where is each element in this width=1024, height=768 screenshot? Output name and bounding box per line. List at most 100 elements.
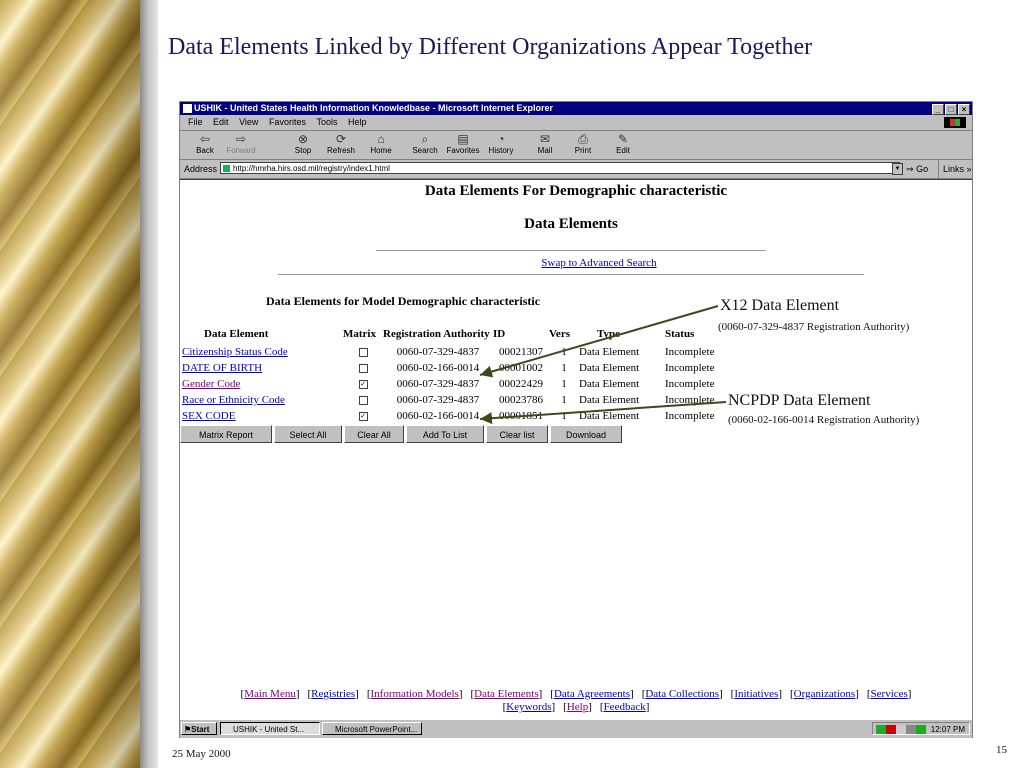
toolbar-print-button[interactable]: ⎙ Print xyxy=(564,132,602,155)
cell-matrix xyxy=(343,392,383,408)
menu-tools[interactable]: Tools xyxy=(316,117,337,127)
refresh-icon: ⟳ xyxy=(335,132,347,146)
data-element-link[interactable]: Citizenship Status Code xyxy=(182,346,288,358)
go-button[interactable]: ⇒ Go xyxy=(906,160,928,178)
close-button[interactable]: × xyxy=(958,104,970,115)
ncpdp-callout-title: NCPDP Data Element xyxy=(728,392,871,409)
menu-bar: File Edit View Favorites Tools Help xyxy=(180,115,972,131)
cell-vers: 1 xyxy=(561,410,567,422)
matrix-report-button[interactable]: Matrix Report xyxy=(180,425,272,443)
address-label: Address xyxy=(184,164,218,174)
windows-logo-icon xyxy=(944,117,966,128)
toolbar-label: Print xyxy=(574,146,592,155)
toolbar-mail-button[interactable]: ✉ Mail xyxy=(526,132,564,155)
cell-status: Incomplete xyxy=(665,410,715,422)
toolbar-stop-button[interactable]: ⊗ Stop xyxy=(284,132,322,155)
download-button[interactable]: Download xyxy=(550,425,622,443)
nav-item: [Data Elements] xyxy=(470,688,543,700)
menu-file[interactable]: File xyxy=(188,117,203,127)
header-id: ID xyxy=(493,328,506,340)
toolbar-forward-button[interactable]: ⇨ Forward xyxy=(222,132,260,155)
ncpdp-callout-subtitle: (0060-02-166-0014 Registration Authority… xyxy=(728,414,920,426)
table-row: Gender Code ✓ 0060-07-329-4837 00022429 1 Dat… xyxy=(180,376,725,392)
nav-link-initiatives[interactable]: Initiatives xyxy=(734,688,778,700)
toolbar-label: Search xyxy=(412,146,438,155)
nav-link-main-menu[interactable]: Main Menu xyxy=(244,688,296,700)
nav-link-organizations[interactable]: Organizations xyxy=(794,688,856,700)
start-button[interactable]: ⚑Start xyxy=(181,722,217,735)
gray-decorative-strip xyxy=(140,0,158,768)
matrix-checkbox[interactable]: ✓ xyxy=(358,379,368,389)
maximize-button[interactable]: □ xyxy=(945,104,957,115)
toolbar-home-button[interactable]: ⌂ Home xyxy=(362,132,400,155)
links-button[interactable]: Links » xyxy=(938,160,972,178)
tray-icons[interactable] xyxy=(876,725,926,734)
nav-link-data-elements[interactable]: Data Elements xyxy=(474,688,538,700)
toolbar-label: Stop xyxy=(294,146,312,155)
menu-help[interactable]: Help xyxy=(348,117,367,127)
nav-item: [Registries] xyxy=(307,688,359,700)
toolbar-label: Refresh xyxy=(326,146,355,155)
nav-link-data-agreements[interactable]: Data Agreements xyxy=(554,688,630,700)
nav-link-services[interactable]: Services xyxy=(871,688,908,700)
data-element-link[interactable]: Gender Code xyxy=(182,378,240,390)
favorites-icon: ▤ xyxy=(457,132,469,146)
toolbar-label: Edit xyxy=(616,146,630,155)
toolbar-label: Forward xyxy=(226,146,256,155)
nav-link-keywords[interactable]: Keywords xyxy=(506,701,551,713)
cell-id: 00001002 xyxy=(499,362,543,374)
toolbar-edit-button[interactable]: ✎ Edit xyxy=(604,132,642,155)
nav-link-help[interactable]: Help xyxy=(567,701,588,713)
cell-type: Data Element xyxy=(579,378,640,390)
matrix-checkbox[interactable]: ✓ xyxy=(358,411,368,421)
toolbar-back-button[interactable]: ⇦ Back xyxy=(186,132,224,155)
nav-link-registries[interactable]: Registries xyxy=(311,688,355,700)
data-element-link[interactable]: DATE OF BIRTH xyxy=(182,362,262,374)
address-bar: Address http://hmrha.hirs.osd.mil/regist… xyxy=(180,160,972,179)
select-all-button[interactable]: Select All xyxy=(274,425,342,443)
nav-link-feedback[interactable]: Feedback xyxy=(604,701,646,713)
page-content: Data Elements For Demographic characteri… xyxy=(180,179,972,719)
swap-advanced-search-link[interactable]: Swap to Advanced Search xyxy=(180,257,1018,269)
matrix-checkbox[interactable] xyxy=(358,347,368,357)
matrix-checkbox[interactable] xyxy=(358,363,368,373)
cell-type: Data Element xyxy=(579,394,640,406)
menu-favorites[interactable]: Favorites xyxy=(269,117,306,127)
address-input[interactable]: http://hmrha.hirs.osd.mil/registry/index… xyxy=(220,162,900,174)
menu-edit[interactable]: Edit xyxy=(213,117,229,127)
header-status: Status xyxy=(665,328,695,340)
windows-taskbar: ⚑Start USHIK - United St... Microsoft Po… xyxy=(180,719,972,738)
add-to-list-button[interactable]: Add To List xyxy=(406,425,484,443)
header-data-element: Data Element xyxy=(204,328,269,340)
nav-row-2: [Keywords] [Help] [Feedback] xyxy=(180,701,972,714)
minimize-button[interactable]: _ xyxy=(932,104,944,115)
header-vers: Vers xyxy=(549,328,570,340)
toolbar-search-button[interactable]: ⌕ Search xyxy=(406,132,444,155)
task-powerpoint[interactable]: Microsoft PowerPoint... xyxy=(322,722,422,735)
clear-list-button[interactable]: Clear list xyxy=(486,425,548,443)
nav-link-data-collections[interactable]: Data Collections xyxy=(645,688,719,700)
menu-view[interactable]: View xyxy=(239,117,258,127)
toolbar-refresh-button[interactable]: ⟳ Refresh xyxy=(322,132,360,155)
window-title: USHIK - United States Health Information… xyxy=(194,103,554,113)
mail-icon: ✉ xyxy=(539,132,551,146)
task-ushik[interactable]: USHIK - United St... xyxy=(220,722,320,735)
cell-data-element: Gender Code xyxy=(180,376,343,392)
matrix-checkbox[interactable] xyxy=(358,395,368,405)
cell-vers: 1 xyxy=(561,378,567,390)
toolbar-history-button[interactable]: ◔ History xyxy=(482,132,520,155)
cell-registration-authority: 0060-07-329-4837 xyxy=(396,394,480,406)
toolbar-favorites-button[interactable]: ▤ Favorites xyxy=(444,132,482,155)
clear-all-button[interactable]: Clear All xyxy=(344,425,404,443)
nav-item: [Organizations] xyxy=(790,688,859,700)
cell-status: Incomplete xyxy=(665,378,715,390)
system-tray: 12:07 PM xyxy=(872,722,970,735)
data-element-link[interactable]: SEX CODE xyxy=(182,410,235,422)
nav-item: [Feedback] xyxy=(599,701,650,713)
toolbar-label: Back xyxy=(196,146,214,155)
toolbar-label: Favorites xyxy=(446,146,480,155)
data-element-link[interactable]: Race or Ethnicity Code xyxy=(182,394,285,406)
header-registration-authority: Registration Authority xyxy=(383,328,490,340)
nav-link-information-models[interactable]: Information Models xyxy=(371,688,459,700)
address-dropdown-icon[interactable]: ▼ xyxy=(892,163,903,175)
